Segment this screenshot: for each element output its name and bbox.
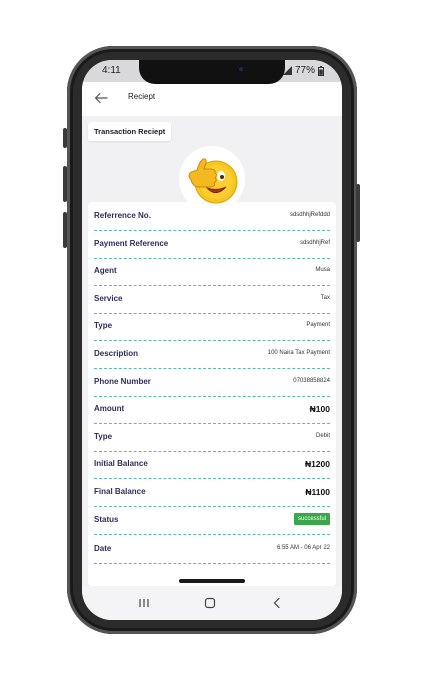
battery-icon	[318, 65, 324, 76]
system-nav-bar	[82, 586, 342, 620]
receipt-row: Status successful	[94, 506, 330, 535]
row-value: 6:55 AM - 06 Apr 22	[276, 545, 330, 551]
row-label: Payment Reference	[94, 238, 169, 248]
row-value: Tax	[320, 294, 330, 301]
row-value: sdsdhhjRef	[299, 239, 330, 246]
receipt-row: Type Payment	[94, 312, 330, 342]
receipt-row: Amount ₦100	[94, 395, 330, 425]
status-icons: 77%	[282, 65, 324, 76]
status-time: 4:11	[102, 65, 121, 76]
row-value: 07038858824	[293, 377, 330, 384]
receipt-row: Final Balance ₦1100	[94, 478, 330, 507]
row-label: Final Balance	[94, 487, 146, 496]
phone-volume-up-button	[63, 166, 67, 202]
row-label: Amount	[94, 404, 125, 414]
phone-volume-down-button	[63, 212, 67, 248]
phone-side-button	[63, 128, 67, 148]
scroll-indicator	[179, 579, 245, 583]
home-icon[interactable]	[203, 596, 217, 610]
row-label: Phone Number	[94, 376, 151, 386]
receipt-row: Phone Number 07038858824	[94, 368, 330, 397]
row-value: Payment	[306, 322, 330, 329]
back-arrow-icon[interactable]	[94, 91, 108, 105]
battery-percent: 77%	[294, 65, 315, 76]
page-title: Reciept	[128, 92, 156, 101]
phone-notch	[139, 60, 285, 84]
receipt-content: Transaction Reciept Referrence No. sdsdh…	[82, 116, 342, 586]
row-label: Referrence No.	[94, 211, 151, 220]
thumbs-up-emoji-icon	[188, 158, 238, 204]
row-label: Agent	[94, 266, 117, 276]
row-value: Musa	[315, 267, 330, 274]
row-value: sdsdhhjRefddd	[289, 212, 330, 218]
receipt-row: Description 100 Naira Tax Payment	[94, 340, 330, 369]
row-label: Type	[94, 321, 113, 331]
row-label: Date	[94, 544, 112, 553]
row-label: Service	[94, 293, 123, 303]
phone-power-button	[356, 184, 360, 242]
transaction-receipt-tab[interactable]: Transaction Reciept	[88, 122, 172, 141]
receipt-row: Date 6:55 AM - 06 Apr 22	[94, 535, 330, 564]
row-label: Status	[94, 515, 119, 524]
receipt-row: Service Tax	[94, 285, 330, 314]
camera-icon	[237, 65, 245, 73]
row-label: Initial Balance	[94, 459, 148, 469]
back-nav-icon[interactable]	[270, 596, 284, 610]
receipt-row: Agent Musa	[94, 257, 330, 287]
row-value: ₦100	[309, 404, 330, 415]
recents-icon[interactable]	[137, 596, 151, 610]
receipt-row: Payment Reference sdsdhhjRef	[94, 230, 330, 259]
row-label: Description	[94, 349, 139, 358]
row-value: ₦1200	[304, 459, 330, 470]
receipt-row: Type Debit	[94, 423, 330, 452]
receipt-row: Initial Balance ₦1200	[94, 450, 330, 480]
row-value: Debit	[315, 432, 330, 439]
app-bar: Reciept	[82, 82, 342, 117]
row-value: ₦1100	[305, 487, 330, 497]
row-label: Type	[94, 431, 113, 441]
receipt-card: Referrence No. sdsdhhjRefddd Payment Ref…	[88, 202, 336, 586]
row-value: 100 Naira Tax Payment	[267, 350, 330, 356]
emoji-avatar	[179, 146, 245, 212]
phone-screen: 4:11 77% Reciept Transaction Reciept Ref…	[82, 60, 342, 620]
status-badge: successful	[293, 513, 330, 525]
